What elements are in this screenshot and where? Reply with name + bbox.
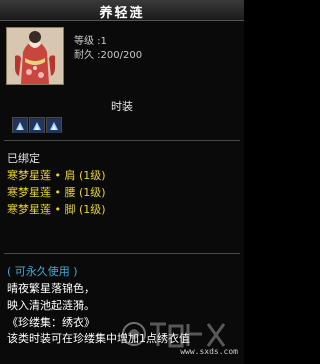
description-line: 《珍缕集：绣衣》: [7, 316, 95, 329]
blue-crystal-icon: [46, 117, 62, 133]
divider: [4, 140, 240, 141]
blue-crystal-icon: [12, 117, 28, 133]
gem-slots: [12, 117, 63, 133]
item-category: 时装: [111, 100, 133, 113]
blue-crystal-icon: [29, 117, 45, 133]
garment-icon: [7, 28, 63, 84]
item-durability: 耐久 :200/200: [74, 50, 143, 61]
set-piece-line: 寒梦星莲 • 腰 (1级): [7, 186, 106, 199]
watermark-url: www.sxds.com: [180, 347, 238, 356]
divider: [4, 253, 240, 254]
set-piece-line: 寒梦星莲 • 脚 (1级): [7, 203, 106, 216]
set-piece-line: 寒梦星莲 • 肩 (1级): [7, 169, 106, 182]
description-line: 映入清池起涟漪。: [7, 299, 95, 312]
tooltip-title-bar: 养轻涟: [0, 0, 244, 21]
item-icon: [6, 27, 64, 85]
item-level: 等级 :1: [74, 36, 107, 47]
bound-status: 已绑定: [7, 152, 40, 165]
description-line: 晴夜繁星落锦色，: [7, 282, 95, 295]
usage-duration: ( 可永久使用 ): [7, 265, 78, 278]
item-tooltip: 养轻涟 等级 :1 耐久 :200/200 时装 已绑定 寒梦星莲 • 肩 (1…: [0, 0, 244, 364]
item-name: 养轻涟: [99, 6, 145, 21]
